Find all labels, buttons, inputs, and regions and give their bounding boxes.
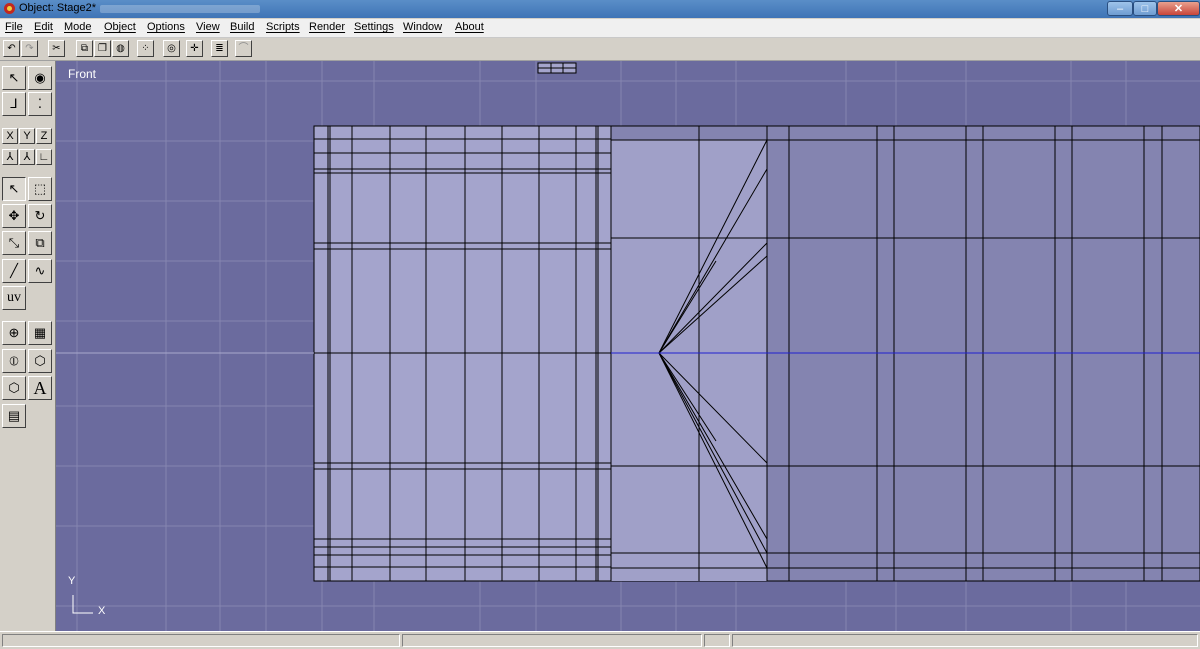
rotate-icon[interactable]: ↻	[28, 204, 52, 228]
axis-x-toggle[interactable]: X	[2, 128, 18, 144]
move-icon[interactable]: ✥	[2, 204, 26, 228]
geosphere-icon[interactable]: ⬡	[28, 349, 52, 373]
wireframe-scene[interactable]	[56, 61, 1200, 631]
snap-2-icon[interactable]: ⅄	[19, 149, 35, 165]
pointer-tool-icon[interactable]: ↖	[2, 177, 26, 201]
axis-y-toggle[interactable]: Y	[19, 128, 35, 144]
select-arrow-icon[interactable]: ↖	[2, 66, 26, 90]
axis-indicator-x: X	[98, 605, 106, 617]
title-extra-blurred	[100, 5, 260, 13]
vertices-icon[interactable]: ⁚	[28, 92, 52, 116]
marquee-select-icon[interactable]: ⬚	[28, 177, 52, 201]
snap-3-icon[interactable]: ∟	[36, 149, 52, 165]
copy-icon[interactable]: ⧉	[76, 40, 93, 57]
menu-options[interactable]: Options	[147, 21, 185, 33]
torus-icon[interactable]: ⦶	[2, 349, 26, 373]
status-panel-small	[704, 634, 730, 647]
menu-about[interactable]: About	[455, 21, 484, 33]
sphere-icon[interactable]: ◍	[112, 40, 129, 57]
menu-bar: File Edit Mode Object Options View Build…	[0, 19, 1200, 38]
menu-view[interactable]: View	[196, 21, 220, 33]
title-bar: Object: Stage2* – □ ✕	[0, 0, 1200, 18]
eye-icon[interactable]: ◉	[28, 66, 52, 90]
viewport-front[interactable]: Front Y X	[56, 61, 1200, 631]
uv-button[interactable]: uv	[2, 286, 26, 310]
menu-object[interactable]: Object	[104, 21, 136, 33]
cut-icon[interactable]: ✂	[48, 40, 65, 57]
list-icon[interactable]: ≣	[211, 40, 228, 57]
close-button[interactable]: ✕	[1157, 1, 1200, 16]
menu-edit[interactable]: Edit	[34, 21, 53, 33]
maximize-button[interactable]: □	[1133, 1, 1157, 16]
axis-indicator-icon	[72, 595, 93, 614]
mesh-cap-region	[611, 140, 767, 581]
grid-box-icon[interactable]: ▦	[28, 321, 52, 345]
graph-icon[interactable]: ⌒	[235, 40, 252, 57]
toolbar: ↶ ↷ ✂ ⧉ ❐ ◍ ⁘ ◎ ✛ ≣ ⌒	[0, 38, 1200, 61]
viewport-label: Front	[68, 67, 97, 81]
paste-icon[interactable]: ❐	[94, 40, 111, 57]
line-icon[interactable]: ╱	[2, 259, 26, 283]
minimize-button[interactable]: –	[1107, 1, 1133, 16]
snap-1-icon[interactable]: ⅄	[2, 149, 18, 165]
small-object	[537, 62, 577, 74]
app-icon	[4, 3, 15, 14]
tool-sidebar: ↖ ◉ ⅃ ⁚ X Y Z ⅄ ⅄ ∟ ↖ ⬚ ✥ ↻ ⤡ ⧉ ╱ ∿ uv ⊕…	[0, 61, 56, 631]
redo-icon[interactable]: ↷	[21, 40, 38, 57]
window-title: Object: Stage2*	[19, 2, 97, 14]
lathe-icon[interactable]: ◎	[163, 40, 180, 57]
add-point-icon[interactable]: ✛	[186, 40, 203, 57]
menu-window[interactable]: Window	[403, 21, 442, 33]
table-icon[interactable]: ▤	[2, 404, 26, 428]
menu-settings[interactable]: Settings	[354, 21, 394, 33]
menu-file[interactable]: File	[5, 21, 23, 33]
status-panel-right	[732, 634, 1198, 647]
text-tool-button[interactable]: A	[28, 376, 52, 400]
menu-mode[interactable]: Mode	[64, 21, 92, 33]
menu-scripts[interactable]: Scripts	[266, 21, 300, 33]
undo-icon[interactable]: ↶	[3, 40, 20, 57]
hexagon-icon[interactable]: ⬡	[2, 376, 26, 400]
scale-3d-icon[interactable]: ⧉	[28, 231, 52, 255]
scale-icon[interactable]: ⤡	[2, 231, 26, 255]
points-icon[interactable]: ⁘	[137, 40, 154, 57]
curve-icon[interactable]: ∿	[28, 259, 52, 283]
axis-indicator-y: Y	[68, 575, 76, 587]
menu-build[interactable]: Build	[230, 21, 254, 33]
status-bar	[0, 631, 1200, 649]
status-panel-mid	[402, 634, 702, 647]
sphere-prim-icon[interactable]: ⊕	[2, 321, 26, 345]
status-panel-main	[2, 634, 400, 647]
axis-z-toggle[interactable]: Z	[36, 128, 52, 144]
menu-render[interactable]: Render	[309, 21, 345, 33]
axes-icon[interactable]: ⅃	[2, 92, 26, 116]
